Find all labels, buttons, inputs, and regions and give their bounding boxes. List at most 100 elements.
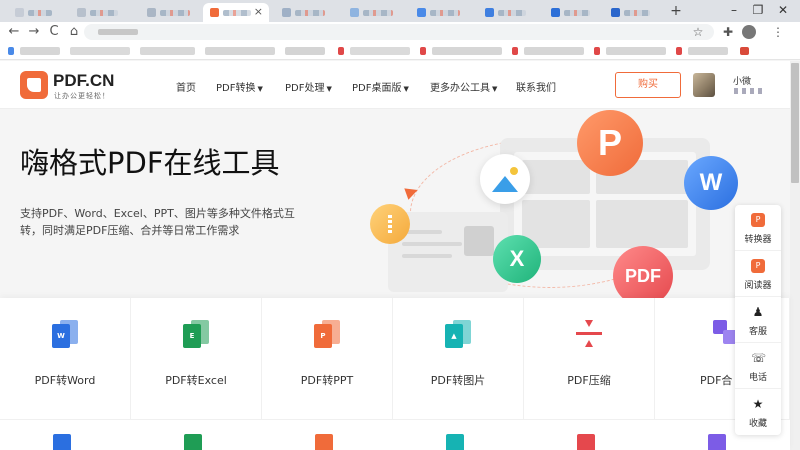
reload-icon[interactable]: C [46, 24, 62, 40]
tool-icon-partial[interactable] [53, 434, 71, 450]
browser-tab-active[interactable]: × [203, 3, 269, 22]
bookmark-item[interactable] [432, 47, 502, 55]
tab-close-icon[interactable]: × [254, 5, 263, 18]
page-scrollbar[interactable] [790, 61, 800, 450]
tool-card-pdf-to-ppt[interactable]: P PDF转PPT [262, 298, 393, 420]
bookmark-item[interactable] [350, 47, 410, 55]
browser-tab[interactable] [70, 3, 130, 22]
icon-front-page: ▲ [445, 324, 463, 348]
floating-side-panel: P 转换器 P 阅读器 ♟ 客服 ☏ 电话 ★ 收藏 [735, 205, 781, 435]
extensions-icon[interactable]: ✚ [720, 24, 736, 40]
address-bar[interactable]: ☆ [84, 24, 714, 40]
tab-favicon [210, 8, 219, 17]
tool-icon-partial[interactable] [577, 434, 595, 450]
tab-title-redacted [160, 10, 190, 16]
doc-avatar-block [464, 226, 494, 256]
browser-tab[interactable] [8, 3, 60, 22]
buy-button[interactable]: 购买 [615, 72, 681, 98]
bookmark-item[interactable] [20, 47, 60, 55]
doc-line [402, 254, 452, 258]
tool-icon-partial[interactable] [315, 434, 333, 450]
bookmark-item[interactable] [140, 47, 195, 55]
tool-card-pdf-to-word[interactable]: W PDF转Word [0, 298, 131, 420]
image-doc-icon: ▲ [445, 320, 471, 348]
ppt-file-icon: P [577, 110, 643, 176]
bookmark-item[interactable] [338, 47, 344, 55]
side-item-reader[interactable]: P 阅读器 [735, 251, 781, 297]
bookmark-item[interactable] [8, 47, 14, 55]
icon-front-page: W [52, 324, 70, 348]
logo-name[interactable]: PDF.CN [53, 71, 114, 91]
forward-icon[interactable]: → [26, 24, 42, 40]
side-item-label: 阅读器 [744, 281, 772, 291]
tab-title-redacted [90, 10, 118, 16]
browser-tab[interactable] [140, 3, 200, 22]
tools-grid: W PDF转Word E PDF转Excel P PDF转PPT ▲ PDF转图… [0, 298, 790, 450]
bookmark-star-icon[interactable]: ☆ [690, 24, 706, 40]
tool-icon-partial[interactable] [708, 434, 726, 450]
bookmark-item[interactable] [205, 47, 275, 55]
phone-icon: ☏ [751, 351, 767, 365]
nav-pdf-convert[interactable]: PDF转换 ▼ [216, 79, 263, 94]
compress-bar [576, 332, 602, 335]
back-icon[interactable]: ← [6, 24, 22, 40]
compress-arrow-up [585, 340, 593, 347]
hero-banner: 嗨格式PDF在线工具 支持PDF、Word、Excel、PPT、图片等多种文件格… [0, 110, 790, 300]
side-item-converter[interactable]: P 转换器 [735, 205, 781, 251]
maximize-icon[interactable]: ❐ [748, 3, 768, 17]
tool-icon-partial[interactable] [184, 434, 202, 450]
nav-pdf-desktop[interactable]: PDF桌面版 ▼ [352, 79, 409, 94]
browser-tab-bar: × + – ❐ ✕ [0, 0, 800, 22]
bookmark-item[interactable] [688, 47, 728, 55]
bookmark-item[interactable] [740, 47, 749, 55]
tool-label: PDF转Word [34, 374, 96, 387]
side-item-favorite[interactable]: ★ 收藏 [735, 389, 781, 435]
tab-title-redacted [498, 10, 526, 16]
nav-contact[interactable]: 联系我们 [516, 79, 556, 94]
bookmarks-bar [0, 42, 800, 60]
avatar[interactable] [693, 73, 715, 97]
home-icon[interactable]: ⌂ [66, 24, 82, 40]
bookmark-item[interactable] [676, 47, 682, 55]
hero-subtitle: 支持PDF、Word、Excel、PPT、图片等多种文件格式互转，同时满足PDF… [20, 207, 295, 237]
browser-tab[interactable] [410, 3, 472, 22]
bookmark-item[interactable] [285, 47, 325, 55]
tool-icon-partial[interactable] [446, 434, 464, 450]
bookmark-item[interactable] [512, 47, 518, 55]
side-item-support[interactable]: ♟ 客服 [735, 297, 781, 343]
support-icon: ♟ [752, 305, 764, 319]
bookmark-item[interactable] [606, 47, 666, 55]
tool-card-pdf-to-excel[interactable]: E PDF转Excel [131, 298, 262, 420]
tab-title-redacted [430, 10, 460, 16]
caret-down-icon: ▼ [257, 85, 263, 93]
browser-menu-icon[interactable]: ⋮ [770, 24, 786, 40]
minimize-icon[interactable]: – [724, 3, 744, 17]
caret-down-icon: ▼ [326, 85, 332, 93]
nav-more-tools[interactable]: 更多办公工具 ▼ [430, 79, 497, 94]
browser-tab[interactable] [478, 3, 538, 22]
browser-tab[interactable] [343, 3, 405, 22]
reader-icon: P [751, 259, 765, 273]
logo-slogan: 让办公更轻松！ [54, 92, 110, 100]
browser-tab[interactable] [604, 3, 662, 22]
tool-card-pdf-to-image[interactable]: ▲ PDF转图片 [393, 298, 524, 420]
bookmark-item[interactable] [70, 47, 130, 55]
nav-pdf-process[interactable]: PDF处理 ▼ [285, 79, 332, 94]
side-item-phone[interactable]: ☏ 电话 [735, 343, 781, 389]
bookmark-item[interactable] [524, 47, 584, 55]
browser-tab[interactable] [275, 3, 337, 22]
scrollbar-thumb[interactable] [791, 63, 799, 183]
tool-card-pdf-compress[interactable]: PDF压缩 [524, 298, 655, 420]
side-item-label: 客服 [748, 327, 767, 337]
new-tab-icon[interactable]: + [669, 3, 683, 19]
bookmark-item[interactable] [420, 47, 426, 55]
browser-tab[interactable] [544, 3, 600, 22]
close-window-icon[interactable]: ✕ [773, 3, 793, 17]
nav-home[interactable]: 首页 [176, 79, 196, 94]
bookmark-item[interactable] [594, 47, 600, 55]
nav-label: 首页 [176, 83, 196, 94]
word-doc-icon: W [52, 320, 78, 348]
profile-icon[interactable] [742, 25, 756, 39]
pdfcn-logo-icon[interactable] [20, 71, 48, 99]
username[interactable]: 小微 [733, 74, 751, 87]
